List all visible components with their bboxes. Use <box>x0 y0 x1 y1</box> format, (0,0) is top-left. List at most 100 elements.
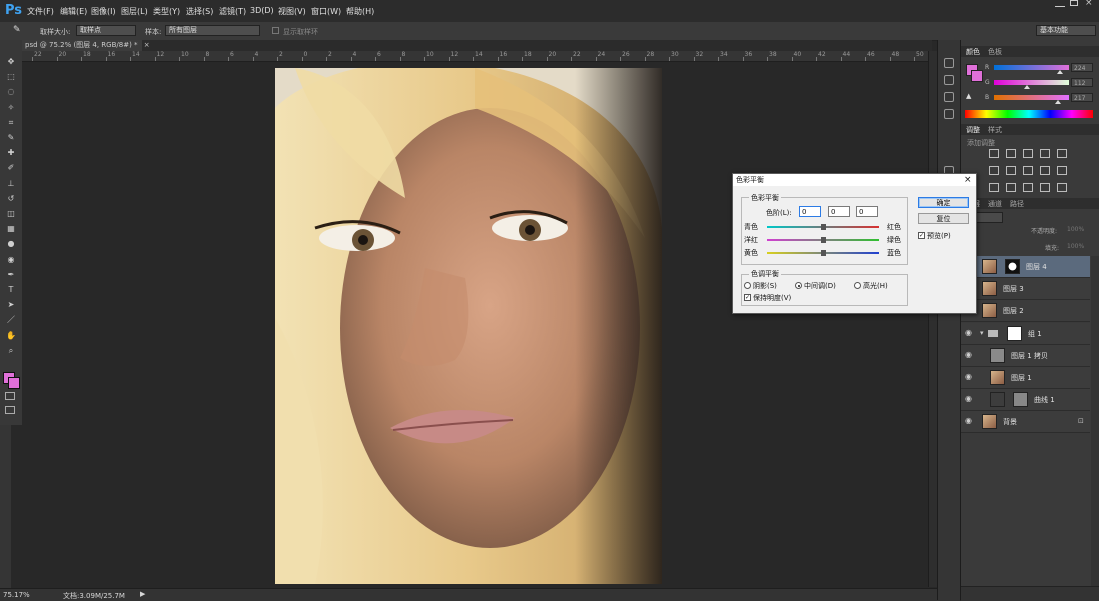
brush-icon[interactable]: ✐ <box>4 162 18 173</box>
warning-icon[interactable]: ▲ <box>966 92 971 100</box>
stamp-icon[interactable]: ⊥ <box>4 178 18 189</box>
adjustment-icon[interactable] <box>1057 149 1067 158</box>
background-swatch[interactable] <box>971 70 983 82</box>
visibility-eye-icon[interactable]: ◉ <box>965 350 974 359</box>
visibility-eye-icon[interactable]: ◉ <box>965 417 974 425</box>
menu-item[interactable]: 选择(S) <box>186 6 213 17</box>
document-tab[interactable]: psd @ 75.2% (图层 4, RGB/8#) * × <box>22 40 150 51</box>
blur-icon[interactable]: ● <box>4 238 18 249</box>
workspace-select[interactable]: 基本功能 <box>1036 25 1096 36</box>
screen-mode-icon[interactable] <box>5 406 15 414</box>
type-icon[interactable]: T <box>4 284 18 295</box>
opacity-value[interactable]: 100% <box>1067 226 1084 233</box>
level-cyan-red-input[interactable]: 0 <box>799 206 821 217</box>
menu-item[interactable]: 文件(F) <box>27 6 54 17</box>
swatch-icon[interactable] <box>944 109 954 119</box>
move-icon[interactable]: ✥ <box>4 56 18 67</box>
close-tab-icon[interactable]: × <box>144 41 150 49</box>
adjustment-icon[interactable] <box>1006 166 1016 175</box>
shadows-radio[interactable] <box>744 282 751 289</box>
quick-mask-icon[interactable] <box>5 392 15 400</box>
menu-item[interactable]: 视图(V) <box>278 6 306 17</box>
adjustment-icon[interactable] <box>1040 166 1050 175</box>
path-select-icon[interactable]: ➤ <box>4 299 18 310</box>
layer-row[interactable]: ◉ ▾ 组 1 <box>961 322 1090 345</box>
close-icon[interactable]: × <box>1085 0 1093 8</box>
slider-thumb-icon[interactable] <box>1024 85 1030 89</box>
channel-value[interactable]: 112 <box>1071 78 1093 87</box>
zoom-icon[interactable]: ⌕ <box>4 345 18 356</box>
minimize-icon[interactable] <box>1055 0 1065 7</box>
visibility-eye-icon[interactable]: ◉ <box>965 328 974 337</box>
reset-button[interactable]: 复位 <box>918 213 969 224</box>
slider-thumb-icon[interactable] <box>821 237 826 243</box>
adjustment-icon[interactable] <box>1006 183 1016 192</box>
color-spectrum-bar[interactable] <box>965 110 1093 118</box>
group-expand-icon[interactable]: ▾ <box>980 329 984 337</box>
layer-row[interactable]: ◉图层 4 <box>961 256 1090 278</box>
marquee-icon[interactable]: ⬚ <box>4 71 18 82</box>
tab-channels[interactable]: 通道 <box>988 199 1002 209</box>
adjustment-icon[interactable] <box>1040 149 1050 158</box>
visibility-eye-icon[interactable]: ◉ <box>965 395 974 403</box>
channel-slider[interactable] <box>994 80 1069 89</box>
tab-color[interactable]: 颜色 <box>966 47 980 57</box>
highlights-radio[interactable] <box>854 282 861 289</box>
menu-item[interactable]: 图像(I) <box>91 6 116 17</box>
layer-mask-thumbnail[interactable] <box>1013 392 1028 408</box>
play-icon[interactable] <box>944 75 954 85</box>
background-color-swatch[interactable] <box>8 377 20 389</box>
channel-value[interactable]: 224 <box>1071 63 1093 72</box>
adjustment-icon[interactable] <box>1006 149 1016 158</box>
show-ring-checkbox[interactable] <box>272 27 279 34</box>
color-balance-slider[interactable] <box>767 237 879 243</box>
hand-icon[interactable]: ✋ <box>4 330 18 341</box>
eyedropper-tool-icon[interactable]: ✎ <box>13 25 23 35</box>
layer-mask-thumbnail[interactable] <box>1007 325 1022 341</box>
adjustment-icon[interactable] <box>1023 149 1033 158</box>
slider-thumb-icon[interactable] <box>1057 70 1063 74</box>
slider-thumb-icon[interactable] <box>821 250 826 256</box>
healing-icon[interactable]: ✚ <box>4 147 18 158</box>
layer-row[interactable]: ◉图层 3 <box>961 278 1090 301</box>
layer-row[interactable]: ◉图层 2 <box>961 300 1090 323</box>
menu-item[interactable]: 窗口(W) <box>311 6 341 17</box>
tab-swatches[interactable]: 色板 <box>988 47 1002 57</box>
menu-item[interactable]: 帮助(H) <box>346 6 374 17</box>
menu-item[interactable]: 类型(Y) <box>153 6 180 17</box>
color-balance-slider[interactable] <box>767 250 879 256</box>
lasso-icon[interactable]: ◌ <box>4 86 18 97</box>
level-magenta-green-input[interactable]: 0 <box>828 206 850 217</box>
status-menu-arrow-icon[interactable]: ▶ <box>140 590 145 598</box>
layer-row[interactable]: ◉ 背景 ⊡ <box>961 411 1090 434</box>
channel-value[interactable]: 217 <box>1071 93 1093 102</box>
adjustment-icon[interactable] <box>989 183 999 192</box>
maximize-icon[interactable] <box>1070 0 1078 6</box>
adjustment-icon[interactable] <box>989 149 999 158</box>
layer-row[interactable]: ◉ 曲线 1 <box>961 389 1090 412</box>
history-brush-icon[interactable]: ↺ <box>4 193 18 204</box>
menu-item[interactable]: 图层(L) <box>121 6 148 17</box>
crop-icon[interactable]: ⌗ <box>4 117 18 128</box>
adjustment-icon[interactable] <box>1040 183 1050 192</box>
quick-select-icon[interactable]: ✧ <box>4 102 18 113</box>
layer-mask-thumbnail[interactable] <box>1005 259 1020 274</box>
zoom-level[interactable]: 75.17% <box>3 591 30 599</box>
color-balance-slider[interactable] <box>767 224 879 230</box>
tab-paths[interactable]: 路径 <box>1010 199 1024 209</box>
slider-thumb-icon[interactable] <box>821 224 826 230</box>
menu-item[interactable]: 编辑(E) <box>60 6 87 17</box>
tab-adjustments[interactable]: 调整 <box>966 125 980 135</box>
layer-row[interactable]: ◉ 图层 1 <box>961 367 1090 389</box>
eyedropper-icon[interactable]: ✎ <box>4 132 18 143</box>
menu-item[interactable]: 3D(D) <box>250 6 274 15</box>
adjustment-icon[interactable] <box>1023 166 1033 175</box>
adjustment-icon[interactable] <box>1057 166 1067 175</box>
portrait-photo[interactable] <box>275 68 662 584</box>
midtones-radio[interactable] <box>795 282 802 289</box>
level-yellow-blue-input[interactable]: 0 <box>856 206 878 217</box>
dodge-icon[interactable]: ◉ <box>4 254 18 265</box>
dialog-close-icon[interactable]: × <box>964 175 972 185</box>
sample-select[interactable]: 所有图层 <box>165 25 260 36</box>
sample-size-select[interactable]: 取样点 <box>76 25 136 36</box>
